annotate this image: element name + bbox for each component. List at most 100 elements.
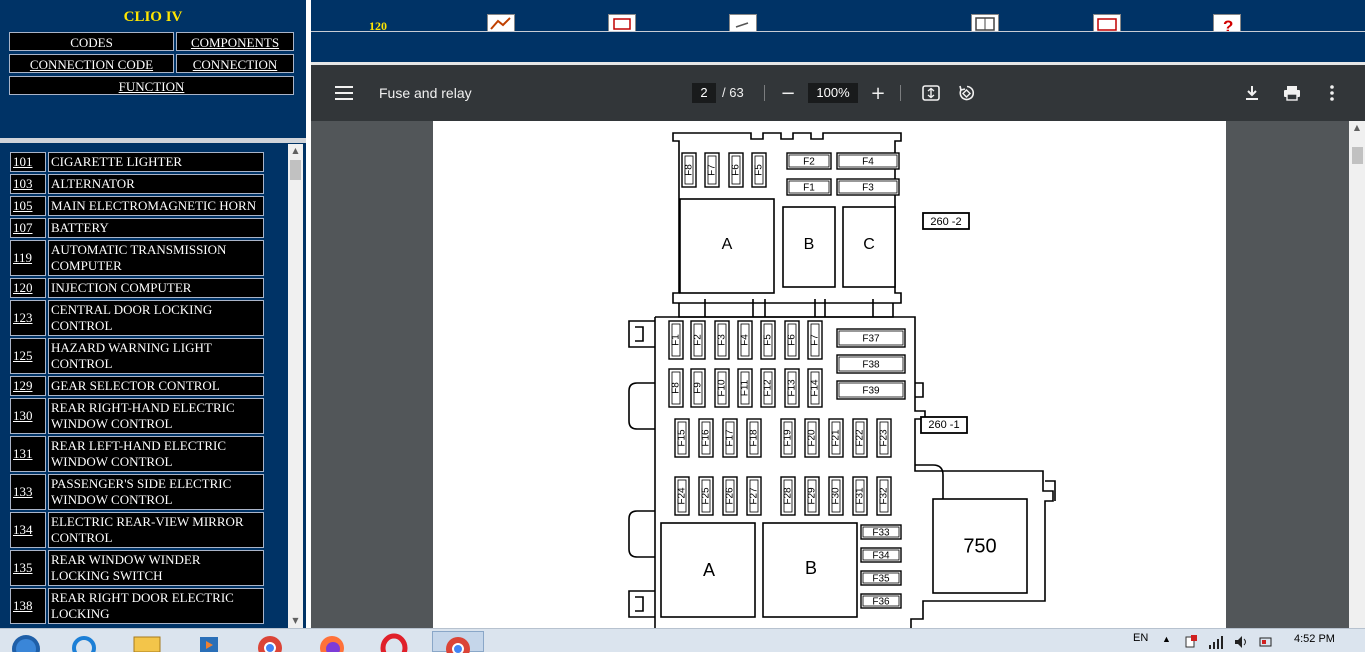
component-code-link[interactable]: 119 [10,240,46,276]
list-item[interactable]: 120 INJECTION COMPUTER [10,278,264,298]
list-scrollbar[interactable]: ▲ ▼ [288,144,303,628]
network-icon[interactable] [1208,635,1224,652]
list-item[interactable]: 131 REAR LEFT-HAND ELECTRIC WINDOW CONTRO… [10,436,264,472]
action-center-icon[interactable] [1184,635,1198,652]
component-code-link[interactable]: 120 [10,278,46,298]
fuse-label: F6 [787,334,798,346]
component-name[interactable]: CENTRAL DOOR LOCKING CONTROL [48,300,264,336]
component-name[interactable]: REAR LEFT-HAND ELECTRIC WINDOW CONTROL [48,436,264,472]
page-number-input[interactable]: 2 [692,83,716,103]
rotate-icon[interactable] [954,81,978,105]
volume-icon[interactable] [1234,635,1250,652]
component-code-link[interactable]: 134 [10,512,46,548]
zoom-out-icon[interactable]: − [776,81,800,105]
list-item[interactable]: 119 AUTOMATIC TRANSMISSION COMPUTER [10,240,264,276]
list-item[interactable]: 134 ELECTRIC REAR-VIEW MIRROR CONTROL [10,512,264,548]
power-icon[interactable] [1258,635,1274,652]
list-item[interactable]: 125 HAZARD WARNING LIGHT CONTROL [10,338,264,374]
list-item[interactable]: 123 CENTRAL DOOR LOCKING CONTROL [10,300,264,336]
chrome-active-icon[interactable] [432,631,484,653]
list-item[interactable]: 107 BATTERY [10,218,264,238]
component-code-link[interactable]: 129 [10,376,46,396]
firefox-icon[interactable] [306,631,358,652]
component-code-link[interactable]: 131 [10,436,46,472]
list-item[interactable]: 138 REAR RIGHT DOOR ELECTRIC LOCKING [10,588,264,624]
zoom-in-icon[interactable]: + [866,81,890,105]
scroll-thumb[interactable] [1352,147,1363,164]
fuse-label: F27 [749,487,760,505]
component-name[interactable]: PASSENGER'S SIDE ELECTRIC WINDOW CONTROL [48,474,264,510]
file-explorer-icon[interactable] [120,631,172,652]
print-icon[interactable] [1280,81,1304,105]
component-code-link[interactable]: 123 [10,300,46,336]
component-name[interactable]: HAZARD WARNING LIGHT CONTROL [48,338,264,374]
connector-icon[interactable] [608,14,636,32]
menu-icon[interactable] [335,83,353,103]
nav-connection[interactable]: CONNECTION [176,54,294,73]
component-code-link[interactable]: 125 [10,338,46,374]
nav-function[interactable]: FUNCTION [9,76,294,95]
help-icon[interactable]: ? [1213,14,1241,32]
component-name[interactable]: ELECTRIC REAR-VIEW MIRROR CONTROL [48,512,264,548]
fuse-label: F9 [693,382,704,394]
component-code-link[interactable]: 138 [10,588,46,624]
fuse-label: F30 [831,487,842,505]
component-name[interactable]: AUTOMATIC TRANSMISSION COMPUTER [48,240,264,276]
pdf-viewer[interactable]: F8 F7 F6 F5 F2 F4 F1 F3 A B C 260 -2 F1 F2 F3 F4 F5 F6 F7 F… [311,121,1349,628]
list-item[interactable]: 135 REAR WINDOW WINDER LOCKING SWITCH [10,550,264,586]
internet-explorer-icon[interactable] [58,631,110,652]
component-name[interactable]: REAR RIGHT DOOR ELECTRIC LOCKING [48,588,264,624]
document-icon[interactable] [729,14,757,32]
component-name[interactable]: GEAR SELECTOR CONTROL [48,376,264,396]
list-item[interactable]: 130 REAR RIGHT-HAND ELECTRIC WINDOW CONTR… [10,398,264,434]
chart-icon[interactable] [1093,14,1121,32]
nav-codes[interactable]: CODES [9,32,174,51]
component-code-link[interactable]: 135 [10,550,46,586]
component-name[interactable]: MAIN ELECTROMAGNETIC HORN [48,196,264,216]
component-code-link[interactable]: 105 [10,196,46,216]
fuse-label: F8 [671,382,682,394]
list-item[interactable]: 129 GEAR SELECTOR CONTROL [10,376,264,396]
component-name[interactable]: REAR WINDOW WINDER LOCKING SWITCH [48,550,264,586]
tray-chevron-icon[interactable]: ▲ [1162,634,1171,644]
scroll-up-arrow-icon[interactable]: ▲ [288,144,303,158]
download-icon[interactable] [1240,81,1264,105]
list-item[interactable]: 101 CIGARETTE LIGHTER [10,152,264,172]
scroll-up-arrow-icon[interactable]: ▲ [1349,121,1365,135]
component-name[interactable]: INJECTION COMPUTER [48,278,264,298]
component-code-link[interactable]: 107 [10,218,46,238]
fuse-label: F5 [754,164,765,176]
windows-taskbar: EN ▲ 4:52 PM [0,628,1365,653]
chrome-icon[interactable] [244,631,296,652]
opera-icon[interactable] [368,631,420,652]
scroll-thumb[interactable] [290,160,301,180]
relay-label: C [863,236,875,253]
list-item[interactable]: 133 PASSENGER'S SIDE ELECTRIC WINDOW CONT… [10,474,264,510]
media-player-icon[interactable] [182,631,234,652]
clock-time[interactable]: 4:52 PM [1294,633,1335,645]
component-name[interactable]: CIGARETTE LIGHTER [48,152,264,172]
zoom-level-input[interactable]: 100% [808,83,858,103]
more-options-icon[interactable] [1320,81,1344,105]
nav-connection-code[interactable]: CONNECTION CODE [9,54,174,73]
component-code-link[interactable]: 103 [10,174,46,194]
wiring-icon[interactable] [487,14,515,32]
component-name[interactable]: REAR RIGHT-HAND ELECTRIC WINDOW CONTROL [48,398,264,434]
nav-components[interactable]: COMPONENTS [176,32,294,51]
fuse-label: F24 [677,487,688,505]
component-name[interactable]: BATTERY [48,218,264,238]
component-name[interactable]: ALTERNATOR [48,174,264,194]
component-code-link[interactable]: 101 [10,152,46,172]
viewer-scrollbar[interactable]: ▲ [1349,121,1365,628]
list-item[interactable]: 105 MAIN ELECTROMAGNETIC HORN [10,196,264,216]
component-code-link[interactable]: 133 [10,474,46,510]
component-code-link[interactable]: 130 [10,398,46,434]
language-indicator[interactable]: EN [1133,632,1148,644]
scroll-down-arrow-icon[interactable]: ▼ [288,614,303,628]
fit-to-page-icon[interactable] [919,81,943,105]
list-item[interactable]: 103 ALTERNATOR [10,174,264,194]
book-icon[interactable] [971,14,999,32]
fuse-label: F4 [862,157,874,168]
pdf-toolbar: Fuse and relay 2 / 63 − 100% + [311,65,1365,121]
start-button-icon[interactable] [0,631,52,652]
